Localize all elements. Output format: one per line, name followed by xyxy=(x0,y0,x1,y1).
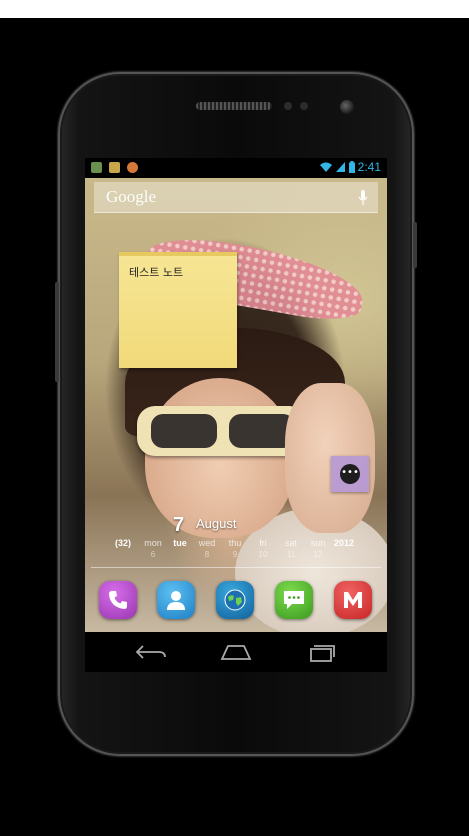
status-clock: 2:41 xyxy=(357,160,381,174)
power-button xyxy=(413,222,417,268)
home-icon[interactable] xyxy=(216,640,256,664)
gmail-app-icon[interactable] xyxy=(334,581,372,619)
phone-icon xyxy=(109,591,127,609)
earpiece-speaker xyxy=(196,102,272,110)
message-notification-icon[interactable] xyxy=(109,162,120,173)
light-sensor xyxy=(300,102,308,110)
messaging-app-icon[interactable] xyxy=(275,581,313,619)
volume-button xyxy=(55,282,59,382)
proximity-sensor xyxy=(284,102,292,110)
weekday-thu: thu 9 xyxy=(228,538,242,559)
contacts-icon xyxy=(167,591,185,610)
status-bar: 2:41 xyxy=(85,158,387,178)
browser-app-icon[interactable] xyxy=(216,581,254,619)
google-logo: Google xyxy=(106,187,157,206)
app-dock xyxy=(85,578,387,626)
floating-widget[interactable]: ••• xyxy=(331,456,369,492)
weekday-fri: fri 10 xyxy=(258,538,268,559)
recent-apps-icon[interactable] xyxy=(301,640,341,664)
weekday-sat: sat 11 xyxy=(284,538,297,559)
wifi-icon xyxy=(319,162,332,172)
navigation-bar xyxy=(85,632,387,672)
sticky-note-widget[interactable]: 테스트 노트 xyxy=(119,252,237,368)
more-dots-icon: ••• xyxy=(340,464,360,484)
message-icon xyxy=(284,591,304,609)
calendar-year: 2012 xyxy=(334,538,355,548)
week-number: (32) xyxy=(115,538,132,548)
wallpaper-sunglasses xyxy=(137,406,307,456)
calendar-day: 7 xyxy=(173,514,185,536)
left-lens xyxy=(151,414,217,448)
app-notification-icon[interactable] xyxy=(127,162,138,173)
gmail-icon xyxy=(344,592,362,608)
status-indicators: 2:41 xyxy=(319,160,381,174)
top-white-strip xyxy=(0,0,469,18)
globe-icon xyxy=(224,589,246,611)
signal-icon xyxy=(335,162,345,172)
image-notification-icon[interactable] xyxy=(91,162,102,173)
phone-app-icon[interactable] xyxy=(99,581,137,619)
weekday-sun: sun 12 xyxy=(310,538,326,559)
calendar-week-row[interactable]: (32) mon 6 tue wed 8 thu 9 fri 10 sat 11 sun 1… xyxy=(85,538,387,566)
sticky-note-text: 테스트 노트 xyxy=(129,266,184,279)
calendar-month: August xyxy=(196,516,237,531)
weekday-tue: tue xyxy=(173,538,187,548)
battery-icon xyxy=(348,161,355,173)
google-search-bar[interactable]: Google xyxy=(94,182,378,213)
wallpaper-face xyxy=(145,378,295,538)
dock-divider xyxy=(91,567,381,568)
back-icon[interactable] xyxy=(131,640,171,664)
weekday-wed: wed 8 xyxy=(198,538,216,559)
phone-screen: 2:41 Google 테스트 노트 ••• 7 August (32) mon… xyxy=(85,158,387,672)
contacts-app-icon[interactable] xyxy=(157,581,195,619)
weekday-mon: mon 6 xyxy=(144,538,162,559)
microphone-icon[interactable] xyxy=(358,190,368,206)
front-camera xyxy=(340,100,354,114)
